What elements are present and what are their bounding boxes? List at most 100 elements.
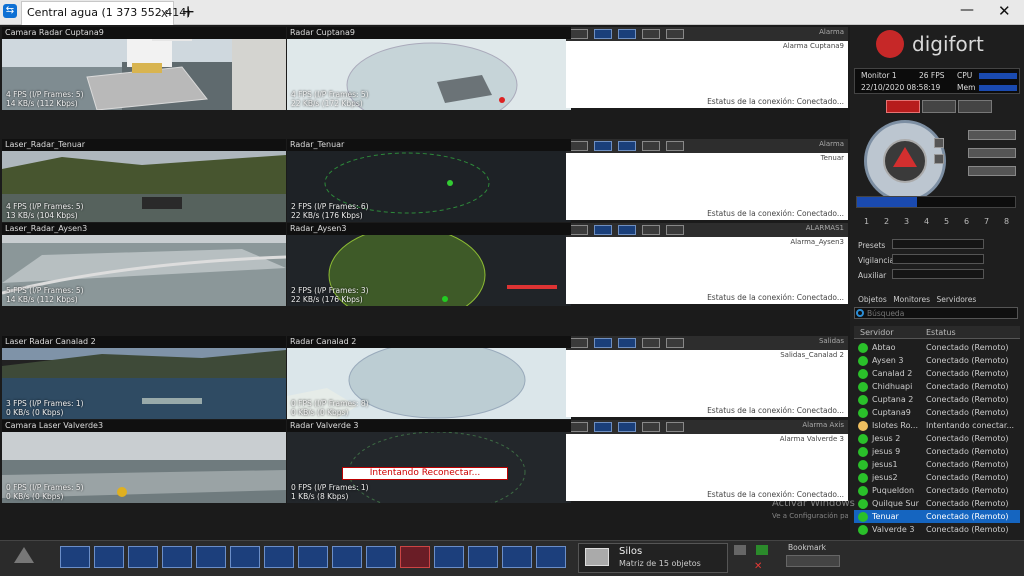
server-row[interactable]: Cuptana 2 Conectado (Remoto) bbox=[854, 393, 1020, 406]
layout-button[interactable] bbox=[230, 546, 260, 568]
layout-button[interactable] bbox=[502, 546, 532, 568]
camera-cuptana9[interactable]: Camara Radar Cuptana9 4 FPS (I/P Frames:… bbox=[2, 27, 286, 110]
alarm-panel-canalad2[interactable]: Salidas Salidas_Canalad 2 Estatus de la … bbox=[566, 336, 848, 417]
monitor-icon[interactable] bbox=[618, 225, 636, 235]
tab-servidores[interactable]: Servidores bbox=[936, 295, 976, 304]
camera-tenuar[interactable]: Laser_Radar_Tenuar 4 FPS (I/P Frames: 5)… bbox=[2, 139, 286, 222]
server-row[interactable]: Canalad 2 Conectado (Remoto) bbox=[854, 367, 1020, 380]
column-status[interactable]: Estatus bbox=[926, 326, 956, 339]
alarm-panel-tenuar[interactable]: Alarma Tenuar Estatus de la conexión: Co… bbox=[566, 139, 848, 220]
layout-button[interactable] bbox=[366, 546, 396, 568]
add-tab-button[interactable]: + bbox=[181, 2, 195, 22]
refresh-icon[interactable] bbox=[570, 141, 588, 151]
layout-button[interactable] bbox=[196, 546, 226, 568]
layout-button[interactable] bbox=[128, 546, 158, 568]
layout-button[interactable] bbox=[332, 546, 362, 568]
radar-tenuar[interactable]: Radar_Tenuar 2 FPS (I/P Frames: 6) 22 KB/… bbox=[287, 139, 571, 222]
audio-mode-button[interactable] bbox=[958, 100, 992, 113]
screen-icon[interactable] bbox=[642, 141, 660, 151]
vigilance-select[interactable] bbox=[892, 254, 984, 264]
group-mode-button[interactable] bbox=[922, 100, 956, 113]
refresh-icon[interactable] bbox=[570, 225, 588, 235]
layout-icon[interactable] bbox=[594, 422, 612, 432]
tab-objetos[interactable]: Objetos bbox=[858, 295, 887, 304]
camera-icon[interactable] bbox=[666, 338, 684, 348]
preset-6[interactable]: 6 bbox=[964, 217, 969, 226]
server-row[interactable]: jesus1 Conectado (Remoto) bbox=[854, 458, 1020, 471]
screen-icon[interactable] bbox=[642, 422, 660, 432]
server-row[interactable]: Cuptana9 Conectado (Remoto) bbox=[854, 406, 1020, 419]
preset-1[interactable]: 1 bbox=[864, 217, 869, 226]
minimize-button[interactable]: — bbox=[960, 2, 974, 18]
presets-select[interactable] bbox=[892, 239, 984, 249]
preset-7[interactable]: 7 bbox=[984, 217, 989, 226]
focus-control[interactable] bbox=[968, 130, 1016, 140]
server-row[interactable]: Jesus 2 Conectado (Remoto) bbox=[854, 432, 1020, 445]
layout-icon[interactable] bbox=[594, 225, 612, 235]
monitor-icon[interactable] bbox=[618, 338, 636, 348]
radar-canalad2[interactable]: Radar Canalad 2 0 FPS (I/P Frames: 8) 0 K… bbox=[287, 336, 571, 419]
server-row[interactable]: Puqueldon Conectado (Remoto) bbox=[854, 484, 1020, 497]
server-row[interactable]: Islotes Ro... Intentando conectar... bbox=[854, 419, 1020, 432]
server-row[interactable]: Valverde 3 Conectado (Remoto) bbox=[854, 523, 1020, 536]
session-tab[interactable]: Central agua (1 373 552 414) x bbox=[21, 1, 191, 25]
refresh-icon[interactable] bbox=[570, 29, 588, 39]
alarm-panel-valverde3[interactable]: Alarma Axis Alarma Valverde 3 Estatus de… bbox=[566, 420, 848, 501]
zoom-out-button[interactable] bbox=[934, 154, 944, 164]
radar-cuptana9[interactable]: Radar Cuptana9 4 FPS (I/P Frames: 5) 22 K… bbox=[287, 27, 571, 110]
camera-aysen3[interactable]: Laser_Radar_Aysen3 5 FPS (I/P Frames: 5)… bbox=[2, 223, 286, 306]
camera-canalad2[interactable]: Laser Radar Canalad 2 3 FPS (I/P Frames:… bbox=[2, 336, 286, 419]
monitor-icon[interactable] bbox=[618, 141, 636, 151]
layout-button[interactable] bbox=[264, 546, 294, 568]
layout-button[interactable] bbox=[60, 546, 90, 568]
layout-button[interactable] bbox=[298, 546, 328, 568]
preset-5[interactable]: 5 bbox=[944, 217, 949, 226]
layout-button[interactable] bbox=[162, 546, 192, 568]
alarm-panel-aysen3[interactable]: ALARMAS1 Alarma_Aysen3 Estatus de la con… bbox=[566, 223, 848, 304]
radar-valverde3[interactable]: Radar Valverde 3 0 FPS (I/P Frames: 1) 1 … bbox=[287, 420, 571, 503]
server-row[interactable]: Quilque Sur Conectado (Remoto) bbox=[854, 497, 1020, 510]
camera-icon[interactable] bbox=[666, 422, 684, 432]
screen-icon[interactable] bbox=[642, 29, 660, 39]
clear-icon[interactable]: ✕ bbox=[754, 561, 762, 572]
aux-select[interactable] bbox=[892, 269, 984, 279]
speed-slider[interactable] bbox=[856, 196, 1016, 208]
server-row[interactable]: jesus 9 Conectado (Remoto) bbox=[854, 445, 1020, 458]
current-view-box[interactable]: Silos Matriz de 15 objetos bbox=[578, 543, 728, 573]
layout-button[interactable] bbox=[468, 546, 498, 568]
column-server[interactable]: Servidor bbox=[860, 326, 894, 339]
layout-button[interactable] bbox=[536, 546, 566, 568]
alarm-panel-cuptana9[interactable]: Alarma Alarma Cuptana9 Estatus de la con… bbox=[566, 27, 848, 108]
iris-control[interactable] bbox=[968, 148, 1016, 158]
bookmark-controls[interactable] bbox=[786, 555, 840, 567]
server-row[interactable]: Chidhuapi Conectado (Remoto) bbox=[854, 380, 1020, 393]
preset-8[interactable]: 8 bbox=[1004, 217, 1009, 226]
screen-icon[interactable] bbox=[642, 338, 660, 348]
monitor-icon[interactable] bbox=[618, 29, 636, 39]
screen-icon[interactable] bbox=[642, 225, 660, 235]
layout-icon[interactable] bbox=[594, 141, 612, 151]
layout-icon[interactable] bbox=[594, 338, 612, 348]
server-search-input[interactable] bbox=[854, 307, 1018, 319]
server-row-selected[interactable]: Tenuar Conectado (Remoto) bbox=[854, 510, 1020, 523]
refresh-icon[interactable] bbox=[570, 422, 588, 432]
layout-icon[interactable] bbox=[594, 29, 612, 39]
close-window-button[interactable]: ✕ bbox=[998, 2, 1011, 20]
export-icon[interactable] bbox=[756, 545, 768, 555]
tab-monitores[interactable]: Monitores bbox=[893, 295, 930, 304]
home-control[interactable] bbox=[968, 166, 1016, 176]
server-row[interactable]: Aysen 3 Conectado (Remoto) bbox=[854, 354, 1020, 367]
zoom-in-button[interactable] bbox=[934, 138, 944, 148]
close-tab-icon[interactable]: x bbox=[161, 2, 168, 24]
monitor-icon[interactable] bbox=[618, 422, 636, 432]
layout-button[interactable] bbox=[94, 546, 124, 568]
preset-3[interactable]: 3 bbox=[904, 217, 909, 226]
refresh-icon[interactable] bbox=[570, 338, 588, 348]
camera-icon[interactable] bbox=[666, 225, 684, 235]
radar-aysen3[interactable]: Radar_Aysen3 2 FPS (I/P Frames: 3) 22 KB/… bbox=[287, 223, 571, 306]
server-row[interactable]: jesus2 Conectado (Remoto) bbox=[854, 471, 1020, 484]
preset-4[interactable]: 4 bbox=[924, 217, 929, 226]
layout-button-selected[interactable] bbox=[400, 546, 430, 568]
camera-icon[interactable] bbox=[666, 29, 684, 39]
camera-valverde3[interactable]: Camara Laser Valverde3 0 FPS (I/P Frames… bbox=[2, 420, 286, 503]
